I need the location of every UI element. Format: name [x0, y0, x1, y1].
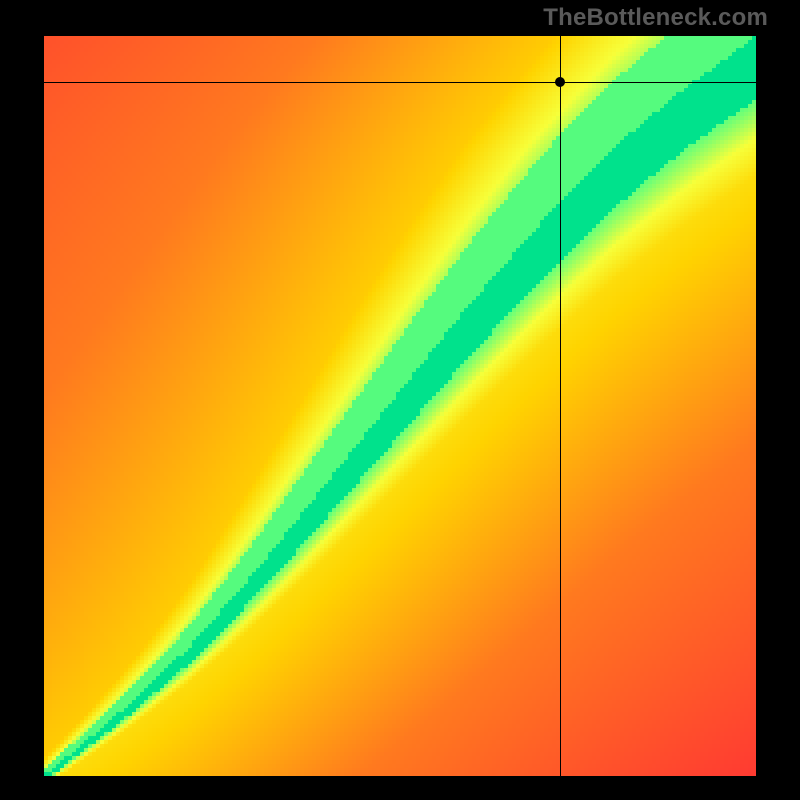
watermark-text: TheBottleneck.com	[543, 4, 768, 32]
crosshair-vertical	[560, 36, 561, 776]
selection-marker	[555, 77, 565, 87]
heatmap-plot	[44, 36, 756, 776]
stage: TheBottleneck.com	[0, 0, 800, 800]
heatmap-canvas	[44, 36, 756, 776]
crosshair-horizontal	[44, 82, 756, 83]
